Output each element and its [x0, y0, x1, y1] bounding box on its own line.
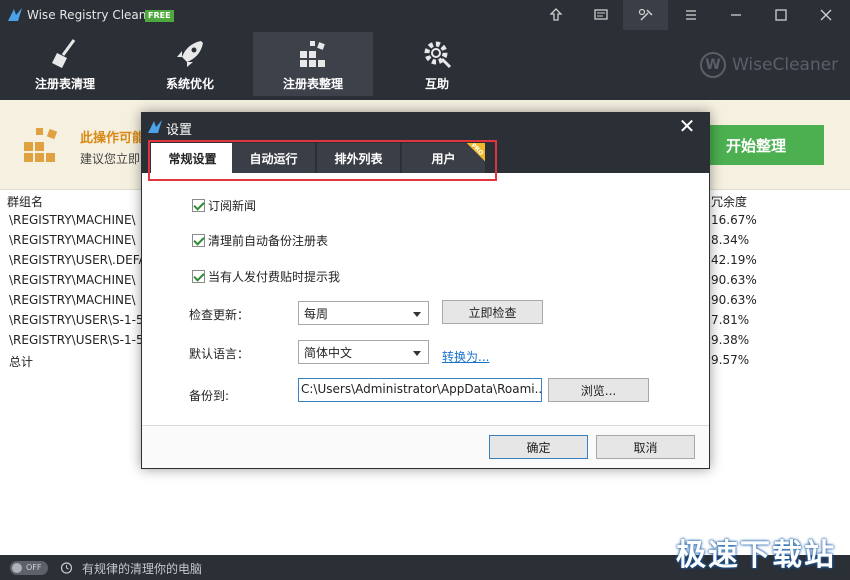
nav-label: 注册表清理	[34, 77, 95, 91]
checkbox-checked-icon[interactable]	[192, 199, 205, 212]
browse-button[interactable]: 浏览...	[548, 378, 649, 402]
nav-label: 互助	[424, 77, 449, 91]
dialog-close-icon[interactable]: ✕	[674, 115, 700, 139]
tabs-highlight-box	[148, 140, 497, 181]
blocks-icon	[300, 41, 325, 67]
checkbox-paid-post-alert[interactable]: 当有人发付费贴时提示我	[192, 268, 340, 285]
cancel-button[interactable]: 取消	[596, 435, 695, 459]
watermark-text: 极速下载站	[676, 538, 836, 573]
minimize-icon[interactable]	[713, 0, 758, 30]
update-frequency-select[interactable]: 每周	[298, 301, 429, 325]
app-logo-icon	[148, 120, 162, 133]
checkbox-checked-icon[interactable]	[192, 270, 205, 283]
skin-icon[interactable]	[623, 0, 668, 30]
table-row-name: \REGISTRY\USER\.DEFA	[9, 253, 147, 267]
message-icon[interactable]	[578, 0, 623, 30]
table-row-pct: 7.81%	[711, 313, 750, 327]
switch-language-link[interactable]: 转换为...	[442, 348, 489, 365]
banner-subtitle: 建议您立即	[80, 152, 141, 166]
nav-system-optimize[interactable]: 系统优化	[130, 32, 250, 96]
free-badge: FREE	[145, 10, 174, 22]
table-row-name: \REGISTRY\MACHINE\	[9, 213, 136, 227]
nav-registry-clean[interactable]: 注册表清理	[5, 32, 125, 96]
table-row-pct: 90.63%	[711, 273, 757, 287]
checkbox-checked-icon[interactable]	[192, 234, 205, 247]
broom-icon	[52, 39, 76, 68]
rocket-icon	[177, 41, 203, 67]
brand-logo: W WiseCleaner	[700, 52, 838, 78]
select-value: 每周	[304, 307, 329, 321]
table-row-name: \REGISTRY\USER\S-1-5	[9, 333, 144, 347]
app-logo-icon	[8, 8, 22, 21]
nav-label: 注册表整理	[282, 77, 343, 91]
column-header-group[interactable]: 群组名	[7, 193, 43, 210]
brand-name: WiseCleaner	[732, 55, 839, 75]
alarm-clock-icon	[60, 562, 73, 574]
language-label: 默认语言：	[189, 347, 250, 361]
table-row-total: 总计	[9, 355, 34, 369]
gear-wrench-icon	[424, 41, 452, 69]
column-header-redundancy[interactable]: 冗余度	[711, 193, 747, 210]
update-label: 检查更新：	[189, 308, 250, 322]
table-row-pct: 16.67%	[711, 213, 757, 227]
backup-label: 备份到:	[189, 389, 230, 403]
settings-dialog: 设置 ✕ 常规设置 自动运行 排外列表 用户 PRO 订阅新闻 清理前自动备份注…	[141, 112, 710, 469]
blocks-icon	[24, 128, 58, 162]
checkbox-label: 清理前自动备份注册表	[208, 234, 329, 248]
table-row-pct: 9.38%	[711, 333, 750, 347]
chevron-down-icon	[413, 351, 421, 356]
schedule-toggle[interactable]: OFF	[10, 561, 48, 575]
language-select[interactable]: 简体中文	[298, 340, 429, 364]
brand-letter: W	[700, 52, 726, 78]
select-value: 简体中文	[304, 346, 353, 360]
upload-icon[interactable]	[533, 0, 578, 30]
nav-help[interactable]: 互助	[377, 32, 497, 96]
table-row-name: \REGISTRY\USER\S-1-5	[9, 313, 144, 327]
ok-button[interactable]: 确定	[489, 435, 588, 459]
table-row-pct: 9.57%	[711, 353, 750, 367]
chevron-down-icon	[413, 312, 421, 317]
status-text: 有规律的清理你的电脑	[82, 562, 203, 576]
dialog-title: 设置	[166, 123, 193, 138]
table-row-name: \REGISTRY\MACHINE\	[9, 293, 136, 307]
checkbox-subscribe-news[interactable]: 订阅新闻	[192, 197, 256, 214]
table-row-pct: 90.63%	[711, 293, 757, 307]
check-now-button[interactable]: 立即检查	[442, 300, 543, 324]
backup-path-input[interactable]: C:\Users\Administrator\AppData\Roami...	[298, 378, 542, 402]
maximize-icon[interactable]	[758, 0, 803, 30]
table-row-name: \REGISTRY\MACHINE\	[9, 233, 136, 247]
checkbox-label: 订阅新闻	[208, 199, 257, 213]
close-icon[interactable]	[803, 0, 848, 30]
menu-icon[interactable]	[668, 0, 713, 30]
table-row-pct: 42.19%	[711, 253, 757, 267]
title-bar: Wise Registry Cleaner 9 FREE	[0, 0, 850, 30]
table-row-name: \REGISTRY\MACHINE\	[9, 273, 136, 287]
banner-title: 此操作可能	[80, 131, 146, 146]
table-row-pct: 8.34%	[711, 233, 750, 247]
app-header: Wise Registry Cleaner 9 FREE 注册表清理 系统优化 …	[0, 0, 850, 100]
checkbox-auto-backup[interactable]: 清理前自动备份注册表	[192, 232, 328, 249]
nav-label: 系统优化	[165, 77, 214, 91]
nav-registry-defrag[interactable]: 注册表整理	[253, 32, 373, 96]
checkbox-label: 当有人发付费贴时提示我	[208, 270, 341, 284]
